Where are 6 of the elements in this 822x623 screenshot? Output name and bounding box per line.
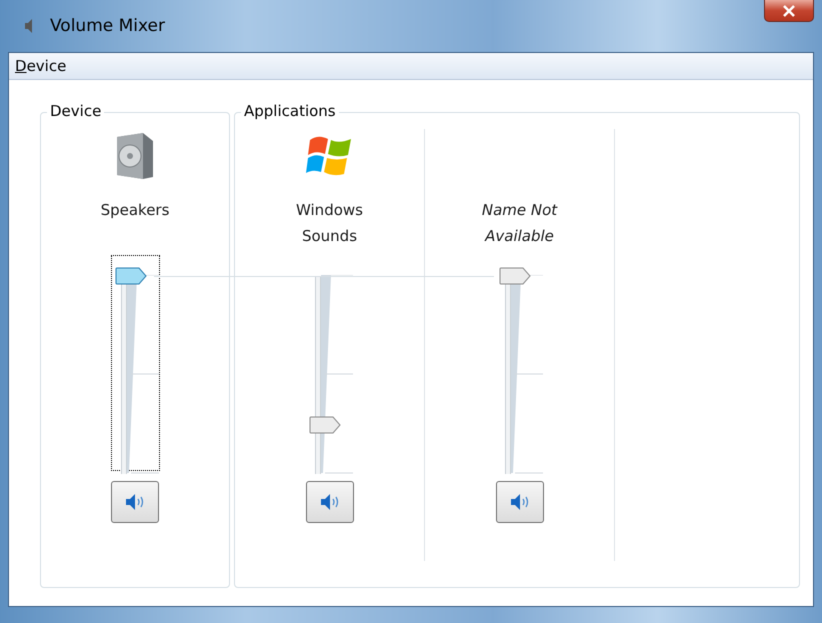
- menu-item[interactable]: Device: [13, 57, 68, 75]
- channel-name: Windows Sounds: [295, 200, 364, 245]
- group-title: Applications: [241, 102, 339, 120]
- channel-name: Speakers: [100, 200, 170, 221]
- channel-name: Name Not Available: [480, 200, 558, 245]
- window-title: Volume Mixer: [50, 16, 166, 36]
